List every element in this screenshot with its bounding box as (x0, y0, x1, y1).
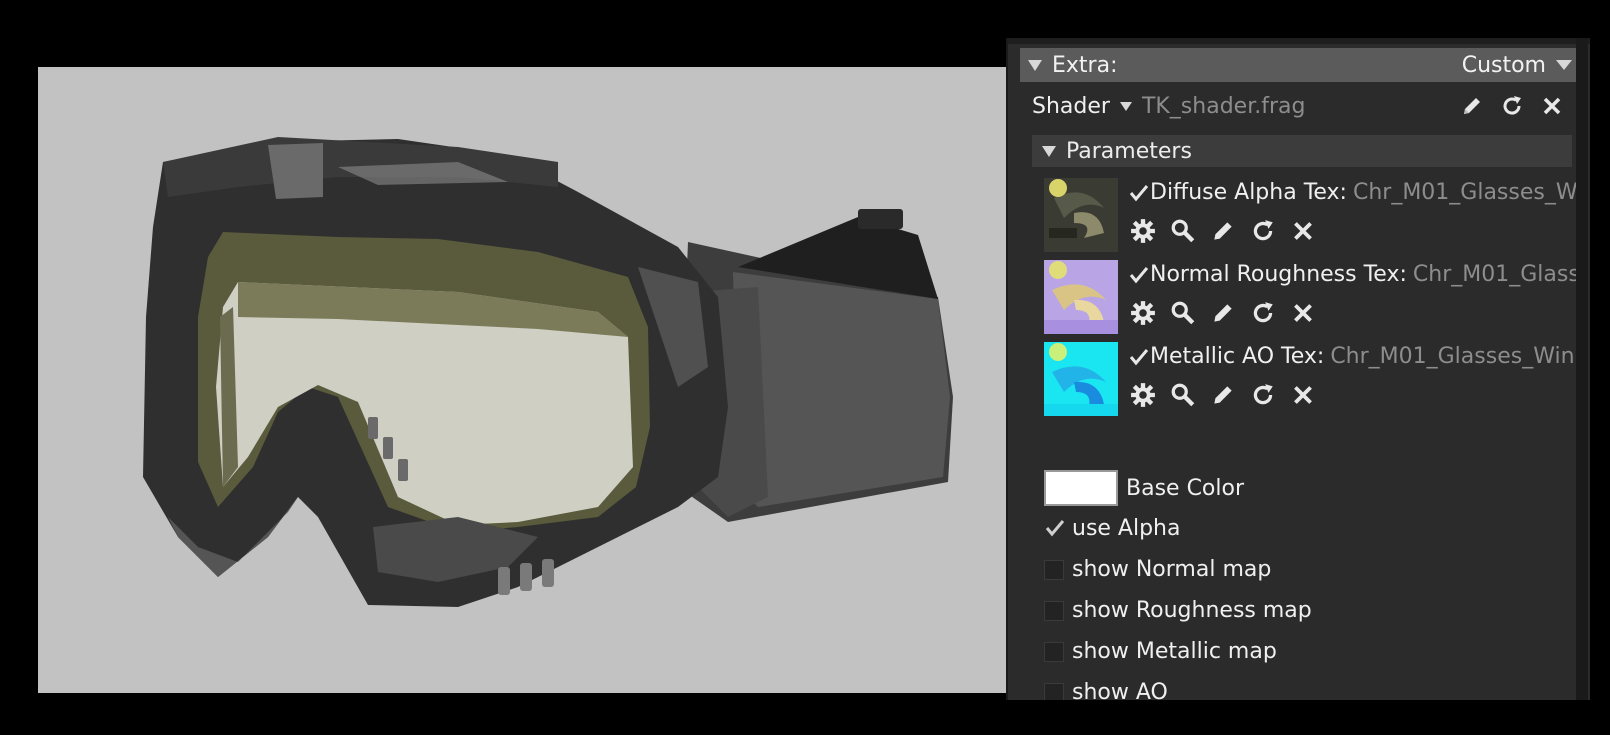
magnifier-icon (1171, 219, 1195, 243)
checkmark-icon (1129, 349, 1149, 366)
texture-reload-button[interactable] (1248, 216, 1278, 246)
show-roughness-map-label: show Roughness map (1072, 598, 1312, 623)
texture-actions (1128, 216, 1318, 246)
reload-icon (1253, 384, 1273, 405)
checkmark-icon (1045, 519, 1065, 536)
extra-preset-dropdown[interactable]: Custom (1462, 53, 1546, 78)
diffuse-alpha-thumbnail[interactable] (1044, 178, 1118, 252)
close-icon (1294, 222, 1312, 240)
texture-file-name[interactable]: Chr_M01_Glass (1413, 262, 1580, 287)
pencil-icon (1464, 98, 1480, 114)
metallic-ao-enable-check[interactable] (1128, 346, 1150, 368)
edit-shader-button[interactable] (1458, 92, 1486, 120)
show-metallic-map-label: show Metallic map (1072, 639, 1277, 664)
normal-roughness-thumbnail[interactable] (1044, 260, 1118, 334)
texture-row-diffuse-alpha: Diffuse Alpha Tex: Chr_M01_Glasses_W (1044, 178, 1584, 254)
texture-edit-button[interactable] (1208, 298, 1238, 328)
texture-reload-button[interactable] (1248, 298, 1278, 328)
reload-shader-button[interactable] (1498, 92, 1526, 120)
goggles-model (143, 137, 953, 607)
close-icon (1294, 386, 1312, 404)
texture-view-button[interactable] (1168, 380, 1198, 410)
texture-name: Diffuse Alpha Tex: (1150, 180, 1347, 205)
texture-settings-button[interactable] (1128, 298, 1158, 328)
texture-name: Normal Roughness Tex: (1150, 262, 1407, 287)
texture-edit-button[interactable] (1208, 380, 1238, 410)
texture-view-button[interactable] (1168, 216, 1198, 246)
close-icon (1294, 304, 1312, 322)
show-roughness-map-checkbox-row[interactable]: show Roughness map (1044, 598, 1312, 623)
parameters-label: Parameters (1066, 138, 1192, 164)
use-alpha-checkbox-row[interactable]: use Alpha (1044, 516, 1181, 541)
show-metallic-map-checkbox[interactable] (1044, 641, 1064, 662)
normal-roughness-enable-check[interactable] (1128, 264, 1150, 286)
base-color-swatch[interactable] (1044, 470, 1118, 506)
extra-section-header[interactable]: Extra: Custom (1020, 48, 1580, 82)
reload-icon (1253, 302, 1273, 323)
texture-file-name[interactable]: Chr_M01_Glasses_Win (1330, 344, 1574, 369)
show-normal-map-checkbox[interactable] (1044, 559, 1064, 580)
pencil-icon (1214, 222, 1232, 240)
texture-remove-button[interactable] (1288, 216, 1318, 246)
shader-dropdown-arrow-icon[interactable] (1119, 101, 1132, 111)
magnifier-icon (1171, 301, 1195, 325)
magnifier-icon (1171, 383, 1195, 407)
show-metallic-map-checkbox-row[interactable]: show Metallic map (1044, 639, 1277, 664)
gear-icon (1131, 383, 1155, 407)
extra-label: Extra: (1052, 52, 1118, 78)
panel-scrollbar[interactable] (1576, 38, 1588, 700)
close-icon (1543, 97, 1561, 115)
collapse-triangle-icon[interactable] (1028, 59, 1042, 71)
show-normal-map-checkbox-row[interactable]: show Normal map (1044, 557, 1271, 582)
gear-icon (1131, 219, 1155, 243)
shader-row: Shader TK_shader.frag (1032, 88, 1572, 124)
use-alpha-label: use Alpha (1072, 516, 1181, 541)
diffuse-alpha-label: Diffuse Alpha Tex: Chr_M01_Glasses_W (1150, 180, 1578, 205)
metallic-ao-label: Metallic AO Tex: Chr_M01_Glasses_Win (1150, 344, 1575, 369)
texture-file-name[interactable]: Chr_M01_Glasses_W (1353, 180, 1578, 205)
texture-reload-button[interactable] (1248, 380, 1278, 410)
parameters-section-header[interactable]: Parameters (1032, 135, 1572, 167)
collapse-triangle-icon[interactable] (1042, 145, 1056, 157)
texture-settings-button[interactable] (1128, 380, 1158, 410)
properties-panel: Extra: Custom Shader TK_shader.frag Para… (1006, 38, 1590, 700)
texture-name: Metallic AO Tex: (1150, 344, 1325, 369)
texture-view-button[interactable] (1168, 298, 1198, 328)
texture-remove-button[interactable] (1288, 380, 1318, 410)
texture-actions (1128, 380, 1318, 410)
base-color-label: Base Color (1126, 475, 1245, 501)
reload-icon (1503, 96, 1521, 115)
texture-settings-button[interactable] (1128, 216, 1158, 246)
metallic-ao-thumbnail[interactable] (1044, 342, 1118, 416)
show-normal-map-label: show Normal map (1072, 557, 1272, 582)
panel-top-border (1008, 38, 1590, 44)
texture-row-metallic-ao: Metallic AO Tex: Chr_M01_Glasses_Win (1044, 342, 1584, 418)
texture-edit-button[interactable] (1208, 216, 1238, 246)
show-ao-label: show AO (1072, 680, 1168, 700)
texture-remove-button[interactable] (1288, 298, 1318, 328)
shader-file-name[interactable]: TK_shader.frag (1142, 94, 1306, 119)
base-color-row: Base Color (1044, 470, 1244, 506)
pencil-icon (1214, 304, 1232, 322)
diffuse-alpha-enable-check[interactable] (1128, 182, 1150, 204)
show-ao-checkbox[interactable] (1044, 682, 1064, 700)
normal-roughness-label: Normal Roughness Tex: Chr_M01_Glass (1150, 262, 1580, 287)
show-ao-checkbox-row[interactable]: show AO (1044, 680, 1168, 700)
remove-shader-button[interactable] (1538, 92, 1566, 120)
pencil-icon (1214, 386, 1232, 404)
checkmark-icon (1129, 267, 1149, 284)
shader-actions (1458, 92, 1566, 120)
show-roughness-map-checkbox[interactable] (1044, 600, 1064, 621)
3d-viewport[interactable] (38, 67, 1006, 693)
dropdown-arrow-icon[interactable] (1556, 60, 1572, 70)
shader-label: Shader (1032, 93, 1110, 119)
parameters-body: Diffuse Alpha Tex: Chr_M01_Glasses_W Norm… (1032, 168, 1580, 700)
checkmark-icon (1129, 185, 1149, 202)
gear-icon (1131, 301, 1155, 325)
texture-row-normal-roughness: Normal Roughness Tex: Chr_M01_Glass (1044, 260, 1584, 336)
reload-icon (1253, 220, 1273, 241)
texture-actions (1128, 298, 1318, 328)
use-alpha-checkbox[interactable] (1044, 519, 1065, 539)
